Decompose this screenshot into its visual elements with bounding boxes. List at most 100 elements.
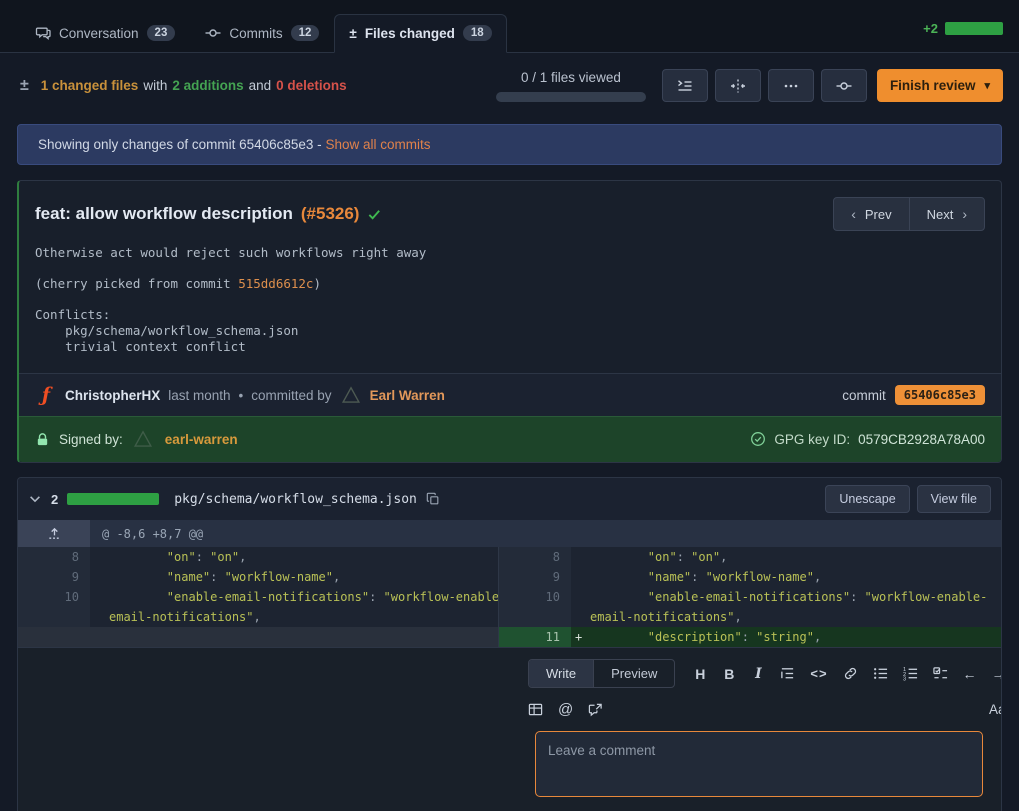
tab-commits[interactable]: Commits 12 (190, 14, 334, 53)
line-number[interactable]: 8 (499, 547, 571, 567)
tab-count-badge: 23 (147, 25, 176, 41)
reference-button[interactable] (588, 702, 603, 717)
commit-header: feat: allow workflow description (#5326)… (19, 181, 1001, 239)
chevron-down-icon: ▾ (984, 79, 990, 92)
comment-textarea[interactable] (535, 731, 983, 797)
avatar[interactable] (340, 384, 362, 406)
chevron-right-icon: › (962, 206, 967, 222)
additions-text: 2 additions (172, 78, 243, 93)
pull-request-files-page: Conversation 23 Commits 12 ± Files chang… (0, 0, 1019, 811)
pr-tab-bar: Conversation 23 Commits 12 ± Files chang… (0, 0, 1019, 53)
unordered-list-icon (873, 666, 888, 681)
code-button[interactable]: <> (810, 666, 827, 681)
font-toggle-button[interactable]: Aa (989, 702, 1002, 717)
file-name[interactable]: pkg/schema/workflow_schema.json (174, 492, 417, 507)
diff-icon: ± (349, 26, 356, 41)
quote-button[interactable] (780, 666, 795, 681)
pr-reference-link[interactable]: (#5326) (301, 204, 360, 224)
commit-pager: ‹ Prev Next › (833, 197, 985, 231)
committer-name-link[interactable]: Earl Warren (370, 388, 445, 403)
commit-label: commit (842, 388, 886, 403)
line-number[interactable]: 8 (18, 547, 90, 567)
hunk-header-row: @ -8,6 +8,7 @@ (18, 520, 1001, 547)
file-tree-toggle-button[interactable] (662, 69, 708, 102)
diff-stat-bar (945, 22, 1003, 35)
avatar[interactable] (132, 428, 154, 450)
file-actions: Unescape View file (825, 485, 991, 513)
editor-toolbar-row-1: Write Preview H B I <> 123 ← → (528, 659, 1002, 688)
line-number[interactable]: 9 (499, 567, 571, 587)
bold-button[interactable]: B (722, 666, 736, 682)
copy-file-path-icon[interactable] (426, 492, 440, 506)
tab-label: Conversation (59, 26, 139, 41)
expand-up-icon (47, 526, 62, 541)
diff-pane-old: 8 "on": "on",9 "name": "workflow-name",1… (18, 547, 498, 647)
ellipsis-icon (783, 78, 799, 94)
editor-toolbar-row-2: @ Aa (528, 701, 1002, 718)
comment-discussion-icon (35, 25, 51, 41)
line-number[interactable]: 9 (18, 567, 90, 587)
table-button[interactable] (528, 702, 543, 717)
file-diff-header: 2 pkg/schema/workflow_schema.json Unesca… (18, 478, 1001, 520)
ordered-list-button[interactable]: 123 (903, 666, 918, 681)
gpg-key-label: GPG key ID: (774, 432, 850, 447)
tab-files-changed[interactable]: ± Files changed 18 (334, 14, 506, 53)
author-name-link[interactable]: ChristopherHX (65, 388, 160, 403)
line-number[interactable]: 10 (499, 587, 571, 627)
commit-message-line: pkg/schema/workflow_schema.json (35, 323, 985, 339)
code-line: + "description": "string", (571, 627, 1001, 647)
split-view-toggle-button[interactable] (715, 69, 761, 102)
collapse-file-chevron-icon[interactable] (28, 492, 42, 506)
view-file-button[interactable]: View file (917, 485, 991, 513)
heading-button[interactable]: H (693, 666, 707, 682)
italic-button[interactable]: I (751, 666, 765, 682)
link-button[interactable] (843, 666, 858, 681)
unordered-list-button[interactable] (873, 666, 888, 681)
comment-region-left-spacer (18, 648, 498, 811)
files-viewed-label: 0 / 1 files viewed (521, 70, 621, 85)
diff-toolbar (662, 69, 867, 102)
tab-conversation[interactable]: Conversation 23 (20, 14, 190, 53)
line-number[interactable]: 11 (499, 627, 571, 647)
commit-select-button[interactable] (821, 69, 867, 102)
diff-row: 8 "on": "on", (18, 547, 498, 567)
tab-write[interactable]: Write (529, 660, 593, 687)
verified-badge-icon (750, 431, 766, 447)
file-diff-box: 2 pkg/schema/workflow_schema.json Unesca… (17, 477, 1002, 811)
comment-editor: Write Preview H B I <> 123 ← → (498, 648, 1002, 811)
split-view-icon (730, 78, 746, 94)
deletions-text: 0 deletions (276, 78, 347, 93)
tab-preview[interactable]: Preview (593, 660, 674, 687)
expand-hunk-button[interactable] (18, 520, 90, 547)
prev-commit-button[interactable]: ‹ Prev (833, 197, 909, 231)
gpg-key-block: GPG key ID: 0579CB2928A78A00 (750, 431, 985, 447)
cherry-pick-commit-link[interactable]: 515dd6612c (238, 276, 313, 291)
signer-name-link[interactable]: earl-warren (165, 432, 238, 447)
next-commit-button[interactable]: Next › (909, 197, 985, 231)
finish-review-label: Finish review (890, 78, 976, 93)
table-icon (528, 702, 543, 717)
line-number[interactable] (18, 627, 90, 647)
commit-message-line: Otherwise act would reject such workflow… (35, 245, 985, 261)
indent-button[interactable]: → (992, 666, 1002, 682)
quote-icon (780, 666, 795, 681)
diff-row: 9 "name": "workflow-name", (499, 567, 1001, 587)
avatar[interactable]: ƒ (35, 384, 57, 406)
finish-review-button[interactable]: Finish review ▾ (877, 69, 1003, 102)
commit-title: feat: allow workflow description (#5326) (35, 204, 382, 224)
diff-row (18, 627, 498, 647)
more-options-button[interactable] (768, 69, 814, 102)
code-line: "name": "workflow-name", (90, 567, 498, 587)
commit-sha-block: commit 65406c85e3 (842, 385, 985, 405)
line-number[interactable]: 10 (18, 587, 90, 627)
mention-button[interactable]: @ (558, 701, 573, 718)
outdent-button[interactable]: ← (963, 666, 977, 682)
diff-row: 8 "on": "on", (499, 547, 1001, 567)
commit-sha-badge[interactable]: 65406c85e3 (895, 385, 985, 405)
task-list-button[interactable] (933, 666, 948, 681)
unescape-button[interactable]: Unescape (825, 485, 909, 513)
show-all-commits-link[interactable]: Show all commits (325, 137, 430, 152)
commit-icon (205, 25, 221, 41)
ci-success-check-icon[interactable] (367, 207, 382, 222)
code-line: "enable-email-notifications": "workflow-… (571, 587, 1001, 627)
